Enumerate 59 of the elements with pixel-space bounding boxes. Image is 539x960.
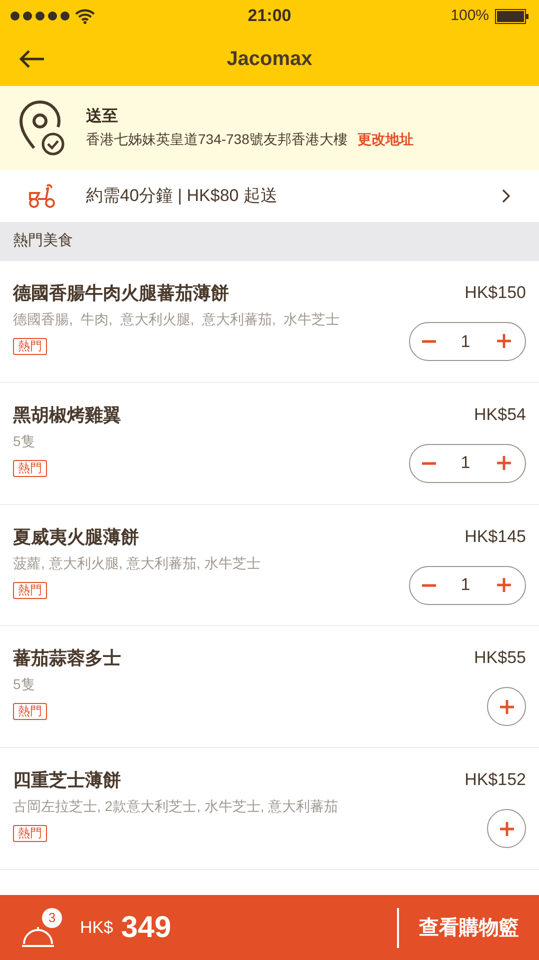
decrease-button[interactable] (422, 462, 436, 465)
plus-icon (498, 698, 516, 716)
plus-icon (495, 454, 513, 472)
decrease-button[interactable] (422, 340, 436, 343)
item-price: HK$54 (474, 404, 526, 426)
battery-icon (495, 8, 530, 24)
plus-icon (498, 820, 516, 838)
increase-button[interactable] (495, 454, 513, 472)
battery-percentage: 100% (450, 6, 490, 26)
quantity-value: 1 (460, 452, 470, 474)
cart-count-badge: 3 (42, 908, 62, 928)
item-description: 古岡左拉芝士, 2款意大利芝士, 水牛芝士, 意大利蕃茄 (13, 797, 340, 816)
cart-total: 349 (121, 910, 172, 946)
item-price: HK$150 (464, 282, 526, 304)
wifi-icon (75, 8, 95, 24)
item-name: 夏威夷火腿薄餅 (13, 526, 140, 549)
popular-tag: 熱門 (13, 703, 47, 720)
page-title: Jacomax (226, 47, 312, 72)
item-name: 德國香腸牛肉火腿蕃茄薄餅 (13, 282, 230, 305)
increase-button[interactable] (495, 576, 513, 594)
delivery-address: 香港七姊妹英皇道734-738號友邦香港大樓 (86, 130, 348, 150)
change-address-link[interactable]: 更改地址 (357, 129, 414, 150)
signal-icon (10, 11, 72, 21)
item-price: HK$152 (464, 769, 526, 792)
section-title: 熱門美食 (13, 231, 73, 252)
popular-tag: 熱門 (13, 460, 47, 477)
plus-icon (495, 576, 513, 594)
item-description: 5隻 (13, 675, 36, 694)
item-description: 德國香腸, 牛肉, 意大利火腿, 意大利蕃茄, 水牛芝士 (13, 310, 341, 328)
minus-icon (422, 340, 436, 343)
plus-icon (495, 332, 513, 350)
scooter-icon (28, 182, 56, 209)
item-price: HK$145 (464, 526, 526, 548)
item-name: 黑胡椒烤雞翼 (13, 404, 122, 427)
popular-tag: 熱門 (13, 582, 47, 599)
increase-button[interactable] (495, 332, 513, 350)
chevron-right-icon (501, 188, 511, 204)
popular-tag: 熱門 (13, 825, 47, 842)
item-name: 蕃茄蒜蓉多士 (13, 647, 122, 670)
item-description: 菠蘿, 意大利火腿, 意大利蕃茄, 水牛芝士 (13, 554, 262, 572)
delivery-info-row[interactable]: 約需40分鐘 | HK$80 起送 (0, 170, 539, 222)
view-cart-button[interactable]: 查看購物籃 (399, 895, 539, 960)
minus-icon (422, 462, 436, 465)
quantity-value: 1 (460, 330, 470, 353)
popular-tag: 熱門 (13, 338, 47, 355)
clock-time: 21:00 (248, 5, 292, 28)
item-price: HK$55 (474, 647, 526, 670)
quantity-value: 1 (460, 574, 470, 596)
item-name: 四重芝士薄餅 (13, 769, 122, 792)
currency-label: HK$ (80, 916, 114, 939)
item-description: 5隻 (13, 432, 36, 450)
decrease-button[interactable] (422, 584, 436, 587)
minus-icon (422, 584, 436, 587)
delivery-time-info: 約需40分鐘 | HK$80 起送 (86, 185, 278, 208)
location-check-icon (18, 100, 66, 156)
add-button[interactable] (487, 809, 526, 848)
back-button[interactable] (18, 49, 46, 69)
deliver-to-label: 送至 (86, 106, 119, 128)
add-button[interactable] (487, 687, 526, 726)
